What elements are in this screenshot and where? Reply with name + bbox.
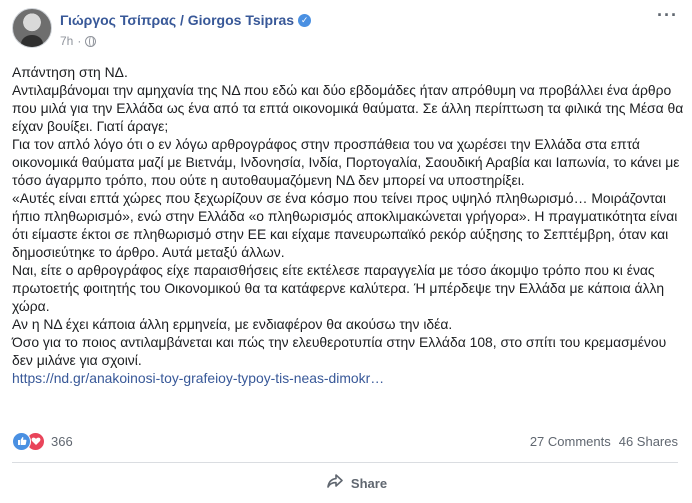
post-meta: Γιώργος Τσίπρας / Giorgos Tsipras ✓ 7h · xyxy=(60,12,312,48)
share-button[interactable]: Share xyxy=(327,474,387,492)
post-text: Απάντηση στη ΝΔ. Αντιλαμβάνομαι την αμηχ… xyxy=(12,63,684,387)
post-paragraph: Αν η ΝΔ έχει κάποια άλλη ερμηνεία, με εν… xyxy=(12,316,453,332)
more-options-icon[interactable]: ··· xyxy=(657,6,678,24)
post-paragraph: Αντιλαμβάνομαι την αμηχανία της ΝΔ που ε… xyxy=(12,82,684,134)
share-arrow-icon xyxy=(327,474,343,492)
post-header: Γιώργος Τσίπρας / Giorgos Tsipras ✓ 7h · xyxy=(12,8,312,52)
globe-icon[interactable] xyxy=(85,35,97,47)
post-paragraph: Για τον απλό λόγο ότι ο εν λόγω αρθρογρά… xyxy=(12,136,680,188)
reactions-summary[interactable]: 366 xyxy=(12,431,73,451)
post-paragraph: Ναι, είτε ο αρθρογράφος είχε παραισθήσει… xyxy=(12,262,665,314)
post-stats: 366 27 Comments 46 Shares xyxy=(12,430,678,452)
reaction-count: 366 xyxy=(51,433,73,449)
post-paragraph: Απάντηση στη ΝΔ. xyxy=(12,64,128,80)
shares-count[interactable]: 46 Shares xyxy=(619,434,678,449)
post-info-row: 7h · xyxy=(60,34,311,48)
post-time[interactable]: 7h xyxy=(60,34,73,48)
author-row: Γιώργος Τσίπρας / Giorgos Tsipras ✓ xyxy=(60,12,312,28)
verified-badge-icon: ✓ xyxy=(298,13,312,27)
author-name[interactable]: Γιώργος Τσίπρας / Giorgos Tsipras xyxy=(60,12,294,28)
author-avatar[interactable] xyxy=(12,8,52,48)
post-link[interactable]: https://nd.gr/anakoinosi-toy-grafeioy-ty… xyxy=(12,369,384,387)
share-label: Share xyxy=(350,475,388,491)
post-actions: Share xyxy=(12,467,678,499)
actions-divider xyxy=(12,462,678,463)
comments-count[interactable]: 27 Comments xyxy=(530,434,611,449)
separator-dot: · xyxy=(77,34,82,48)
post-paragraph: «Αυτές είναι επτά χώρες που ξεχωρίζουν σ… xyxy=(12,190,678,260)
engagement-counts: 27 Comments 46 Shares xyxy=(530,434,678,449)
like-reaction-icon xyxy=(12,431,31,451)
post-paragraph: Όσο για το ποιος αντιλαμβάνεται και πώς … xyxy=(12,334,667,368)
